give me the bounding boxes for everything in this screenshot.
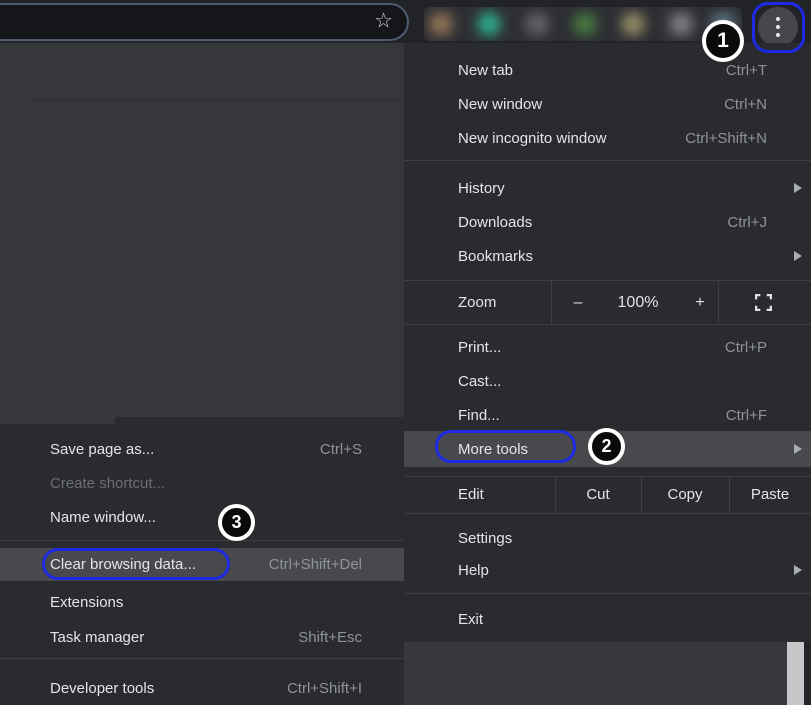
- extension-icon-5[interactable]: [621, 12, 645, 36]
- menu-item-developer-tools[interactable]: Developer tools Ctrl+Shift+I: [0, 671, 404, 705]
- menu-item-cast[interactable]: Cast...: [404, 364, 811, 398]
- cell-divider: [551, 281, 552, 324]
- menu-item-find[interactable]: Find... Ctrl+F: [404, 398, 811, 432]
- menu-item-label: Find...: [458, 407, 500, 424]
- menu-item-downloads[interactable]: Downloads Ctrl+J: [404, 205, 811, 239]
- shortcut-label: Ctrl+Shift+Del: [269, 556, 362, 573]
- menu-item-label: Save page as...: [50, 441, 154, 458]
- address-bar[interactable]: ☆: [0, 3, 409, 41]
- menu-item-label: Cast...: [458, 373, 501, 390]
- menu-item-label: Exit: [458, 611, 483, 628]
- menu-item-label: More tools: [458, 441, 528, 458]
- menu-item-label: Name window...: [50, 509, 156, 526]
- shortcut-label: Ctrl+T: [726, 62, 767, 79]
- menu-item-label: Extensions: [50, 594, 123, 611]
- menu-item-new-window[interactable]: New window Ctrl+N: [404, 87, 811, 121]
- step-badge-3: 3: [218, 504, 255, 541]
- fullscreen-icon[interactable]: [755, 294, 772, 311]
- more-tools-submenu: Save page as... Ctrl+S Create shortcut..…: [0, 417, 404, 705]
- extension-icon-6[interactable]: [669, 12, 693, 36]
- zoom-out-button[interactable]: –: [570, 281, 586, 324]
- browser-toolbar: ☆: [0, 0, 811, 43]
- menu-item-bookmarks[interactable]: Bookmarks: [404, 239, 811, 273]
- menu-separator: [404, 513, 811, 514]
- menu-item-label: History: [458, 180, 505, 197]
- cell-divider: [718, 281, 719, 324]
- shortcut-label: Ctrl+J: [727, 214, 767, 231]
- submenu-arrow-icon: [794, 565, 802, 575]
- extension-icon-2[interactable]: [477, 12, 501, 36]
- menu-item-new-tab[interactable]: New tab Ctrl+T: [404, 53, 811, 87]
- menu-item-label: New window: [458, 96, 542, 113]
- window-edge: [804, 642, 811, 705]
- menu-item-label: Downloads: [458, 214, 532, 231]
- zoom-label: Zoom: [458, 281, 496, 324]
- bookmark-star-icon[interactable]: ☆: [374, 11, 393, 32]
- menu-separator: [404, 593, 811, 594]
- menu-item-label: Task manager: [50, 629, 144, 646]
- edit-row: Edit Cut Copy Paste: [404, 477, 811, 513]
- menu-item-extensions[interactable]: Extensions: [0, 585, 404, 619]
- extension-icon-3[interactable]: [525, 12, 549, 36]
- chrome-main-menu: New tab Ctrl+T New window Ctrl+N New inc…: [404, 43, 811, 642]
- shortcut-label: Ctrl+P: [725, 339, 767, 356]
- menu-item-label: Bookmarks: [458, 248, 533, 265]
- page-scrollbar[interactable]: [787, 642, 804, 705]
- shortcut-label: Ctrl+N: [724, 96, 767, 113]
- edit-label: Edit: [458, 477, 484, 513]
- menu-item-label: Create shortcut...: [50, 475, 165, 492]
- menu-item-label: New incognito window: [458, 130, 606, 147]
- menu-item-label: Print...: [458, 339, 501, 356]
- menu-item-create-shortcut: Create shortcut...: [0, 466, 404, 500]
- page-divider: [28, 100, 404, 101]
- submenu-top-notch: [0, 417, 115, 424]
- page-content-area: [404, 642, 811, 705]
- zoom-in-button[interactable]: +: [692, 281, 708, 324]
- menu-item-label: Clear browsing data...: [50, 556, 196, 573]
- menu-item-name-window[interactable]: Name window...: [0, 500, 404, 534]
- extension-icon-1[interactable]: [429, 12, 453, 36]
- submenu-arrow-icon: [794, 444, 802, 454]
- menu-item-settings[interactable]: Settings: [404, 521, 811, 555]
- menu-separator: [0, 658, 404, 659]
- menu-item-task-manager[interactable]: Task manager Shift+Esc: [0, 620, 404, 654]
- submenu-arrow-icon: [794, 251, 802, 261]
- menu-item-print[interactable]: Print... Ctrl+P: [404, 330, 811, 364]
- step-badge-2: 2: [588, 428, 625, 465]
- kebab-dot: [776, 17, 780, 21]
- menu-item-save-page-as[interactable]: Save page as... Ctrl+S: [0, 432, 404, 466]
- menu-separator: [404, 160, 811, 161]
- menu-item-label: Settings: [458, 530, 512, 547]
- zoom-value: 100%: [608, 281, 668, 324]
- cut-button[interactable]: Cut: [555, 477, 641, 513]
- kebab-menu-icon[interactable]: [758, 7, 798, 47]
- extension-icon-4[interactable]: [573, 12, 597, 36]
- step-badge-1: 1: [702, 20, 744, 62]
- zoom-row: Zoom – 100% +: [404, 281, 811, 324]
- menu-item-help[interactable]: Help: [404, 553, 811, 587]
- menu-item-new-incognito-window[interactable]: New incognito window Ctrl+Shift+N: [404, 121, 811, 155]
- copy-button[interactable]: Copy: [641, 477, 729, 513]
- paste-button[interactable]: Paste: [729, 477, 811, 513]
- menu-item-history[interactable]: History: [404, 171, 811, 205]
- menu-separator: [0, 540, 404, 541]
- menu-item-exit[interactable]: Exit: [404, 602, 811, 636]
- kebab-dot: [776, 33, 780, 37]
- shortcut-label: Ctrl+S: [320, 441, 362, 458]
- menu-separator: [404, 324, 811, 325]
- menu-item-label: New tab: [458, 62, 513, 79]
- shortcut-label: Ctrl+F: [726, 407, 767, 424]
- submenu-arrow-icon: [794, 183, 802, 193]
- shortcut-label: Ctrl+Shift+N: [685, 130, 767, 147]
- kebab-dot: [776, 25, 780, 29]
- shortcut-label: Shift+Esc: [298, 629, 362, 646]
- extensions-panel: [424, 7, 742, 41]
- menu-item-label: Developer tools: [50, 680, 154, 697]
- menu-item-label: Help: [458, 562, 489, 579]
- shortcut-label: Ctrl+Shift+I: [287, 680, 362, 697]
- menu-item-clear-browsing-data[interactable]: Clear browsing data... Ctrl+Shift+Del: [0, 548, 404, 581]
